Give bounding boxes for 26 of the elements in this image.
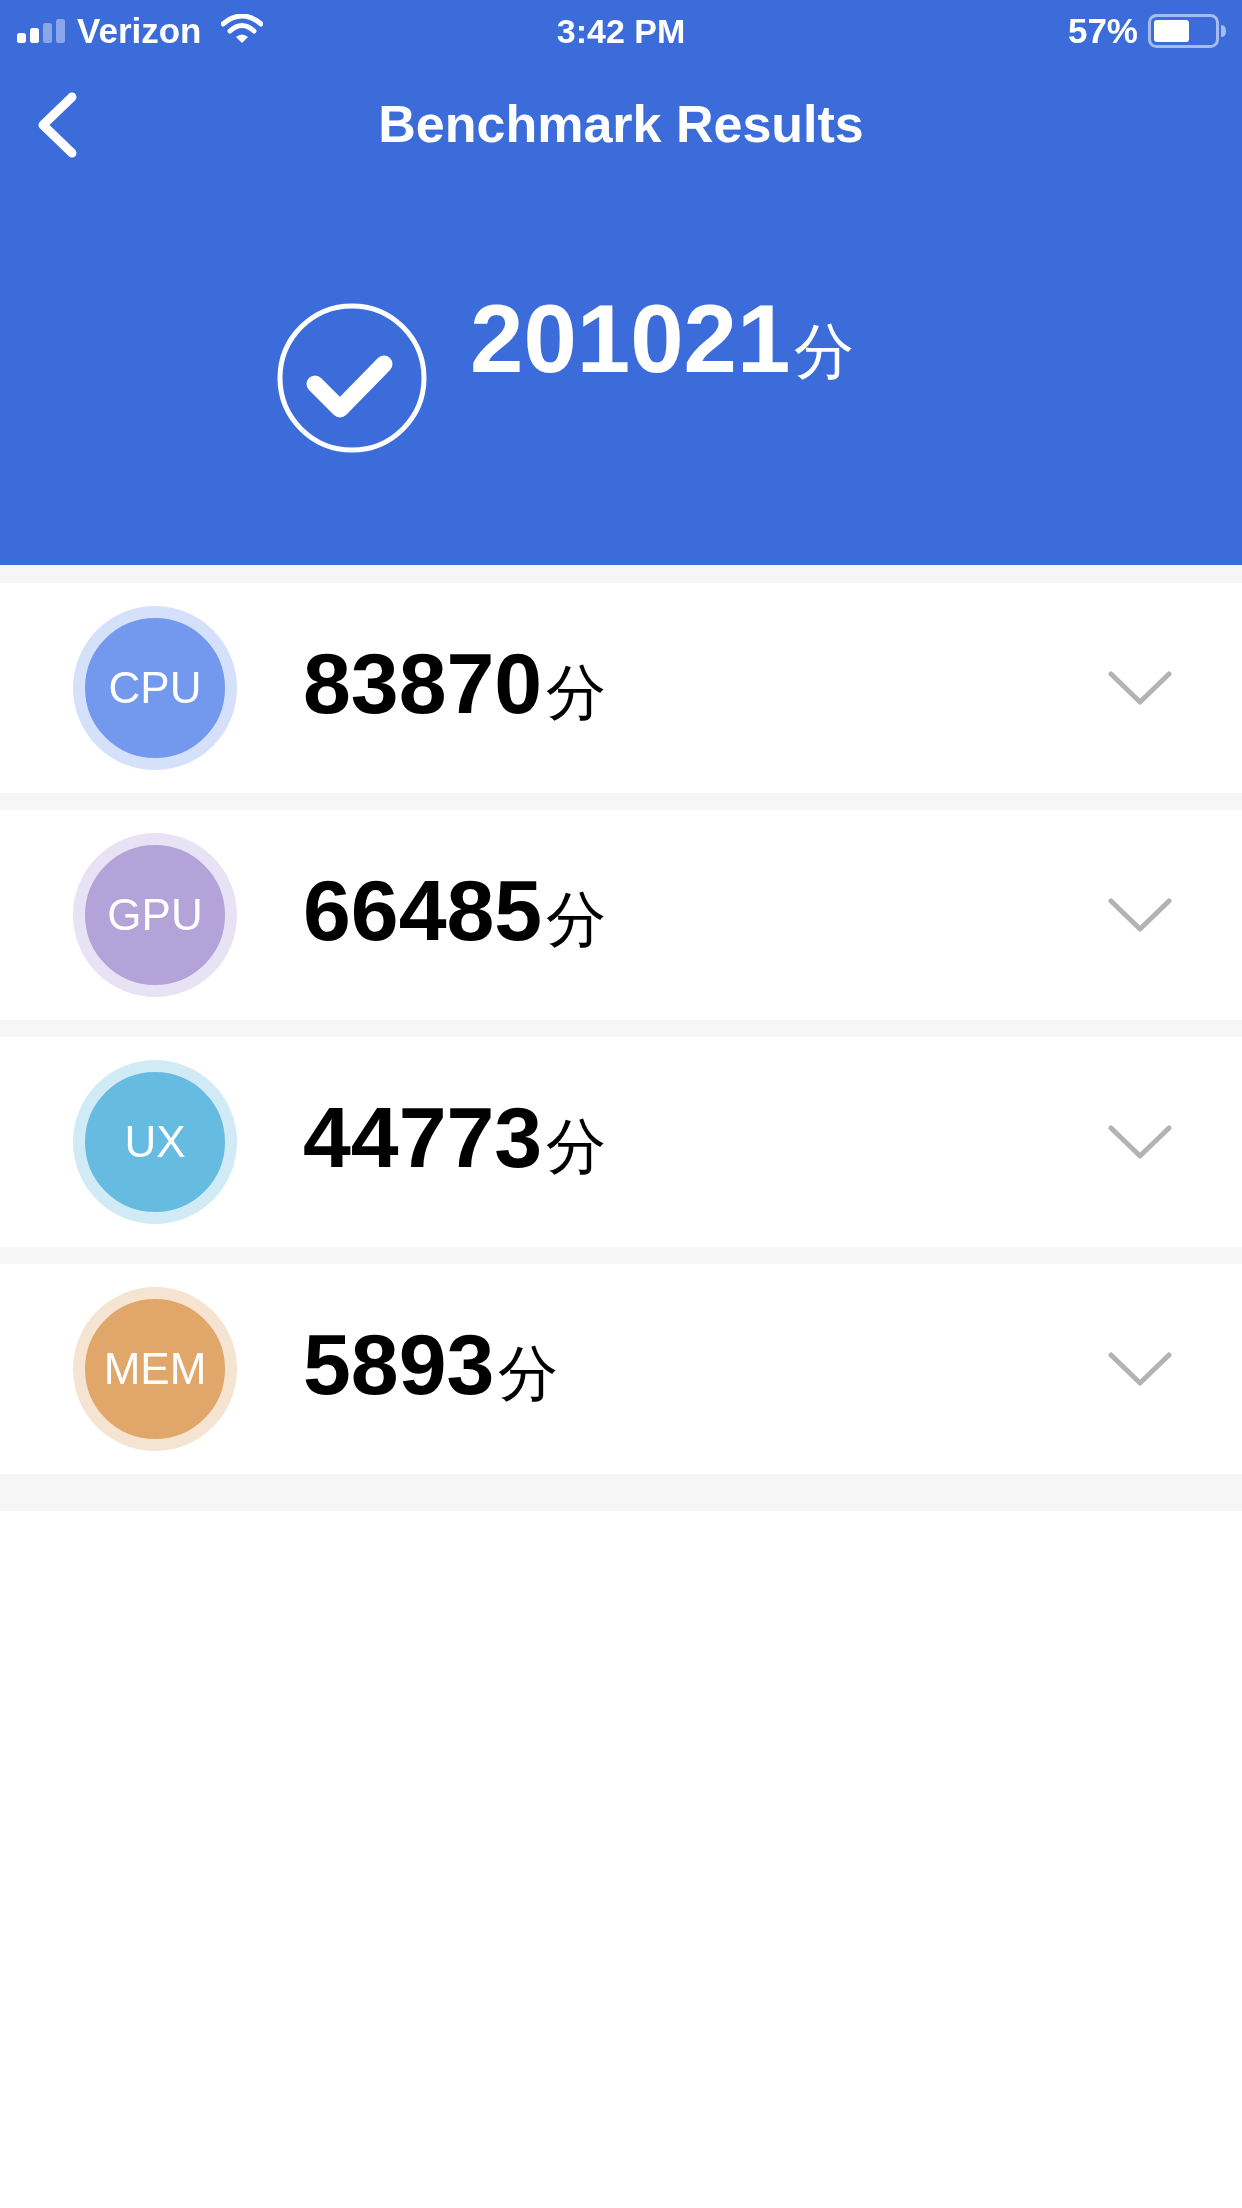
category-row[interactable]: GPU 66485分 <box>0 810 1242 1020</box>
check-circle-icon <box>277 303 427 453</box>
total-score: 201021分 <box>470 291 855 394</box>
category-score: 66485分 <box>303 861 608 960</box>
chevron-down-icon[interactable] <box>1108 1352 1172 1386</box>
category-badge: GPU <box>73 833 237 997</box>
chevron-down-icon[interactable] <box>1108 1125 1172 1159</box>
chevron-down-icon[interactable] <box>1108 898 1172 932</box>
page-title: Benchmark Results <box>378 94 864 154</box>
category-badge: CPU <box>73 606 237 770</box>
category-badge: UX <box>73 1060 237 1224</box>
category-row[interactable]: CPU 83870分 <box>0 583 1242 793</box>
battery-percent: 57% <box>1067 11 1138 51</box>
status-time: 3:42 PM <box>556 11 686 51</box>
battery-icon <box>1148 14 1226 48</box>
signal-icon <box>17 19 65 43</box>
category-score: 44773分 <box>303 1088 608 1187</box>
back-icon[interactable] <box>36 92 78 158</box>
category-score: 5893分 <box>303 1315 560 1414</box>
wifi-icon <box>221 14 264 44</box>
category-badge: MEM <box>73 1287 237 1451</box>
category-row[interactable]: UX 44773分 <box>0 1037 1242 1247</box>
category-row[interactable]: MEM 5893分 <box>0 1264 1242 1474</box>
carrier-name: Verizon <box>77 11 202 51</box>
chevron-down-icon[interactable] <box>1108 671 1172 705</box>
category-score: 83870分 <box>303 634 608 733</box>
